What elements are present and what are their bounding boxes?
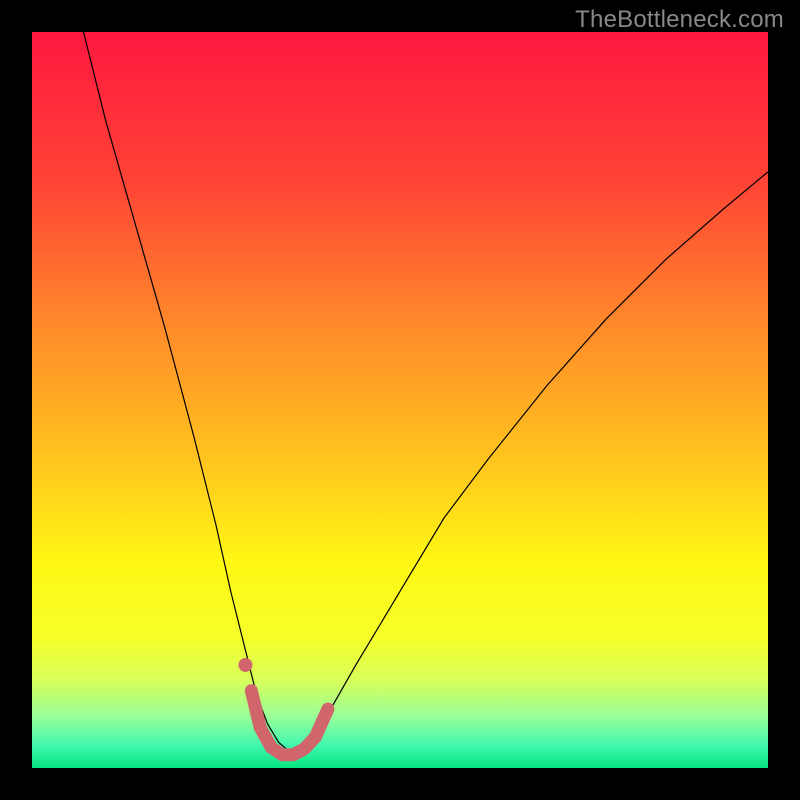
- watermark-text: TheBottleneck.com: [575, 6, 784, 34]
- chart-frame: TheBottleneck.com: [0, 0, 800, 800]
- chart-background: [32, 32, 768, 768]
- plot-area: [32, 32, 768, 768]
- series-optimal-marker-dot: [238, 658, 252, 672]
- chart-canvas: [32, 32, 768, 768]
